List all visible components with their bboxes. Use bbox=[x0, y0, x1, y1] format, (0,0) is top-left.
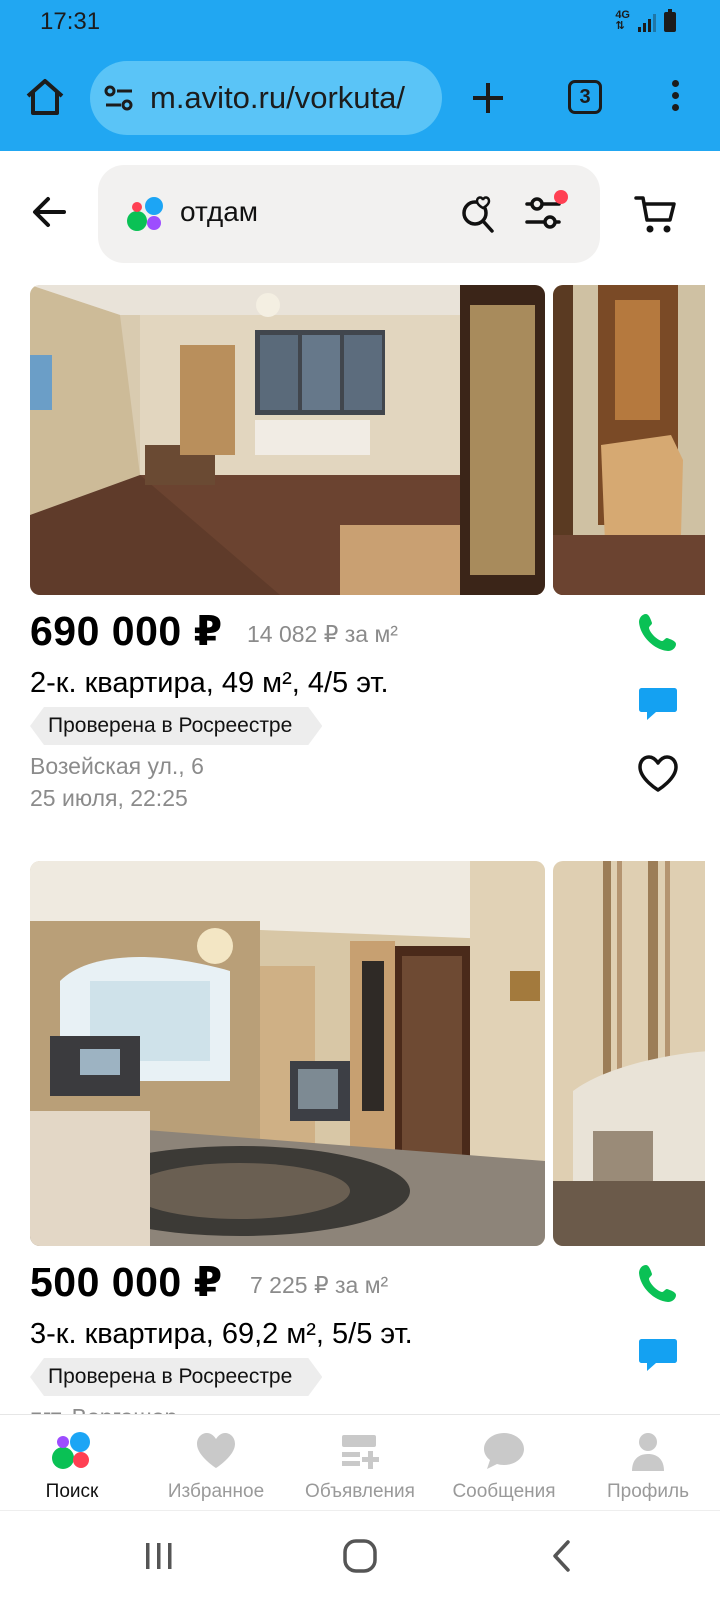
message-icon[interactable] bbox=[636, 1333, 680, 1377]
more-menu-icon[interactable] bbox=[668, 80, 682, 116]
nav-messages[interactable]: Сообщения bbox=[432, 1415, 576, 1511]
rosreestr-badge: Проверена в Росреестре bbox=[30, 707, 322, 745]
avito-logo-icon bbox=[127, 197, 163, 231]
favorite-heart-icon[interactable] bbox=[636, 752, 680, 796]
search-query-text: отдам bbox=[180, 196, 259, 227]
back-arrow-icon[interactable] bbox=[30, 192, 70, 232]
home-nav-icon[interactable] bbox=[337, 1533, 383, 1579]
listing-address: Возейская ул., 6 bbox=[30, 753, 204, 779]
status-time: 17:31 bbox=[40, 8, 101, 35]
recent-apps-icon[interactable] bbox=[136, 1533, 182, 1579]
cart-icon[interactable] bbox=[634, 192, 678, 236]
browser-toolbar: 17:31 4G ⇅ m.avito.ru/vorkuta/ 3 bbox=[0, 0, 720, 151]
listing-address: пгт. Воргашор bbox=[30, 1404, 177, 1414]
battery-icon bbox=[664, 9, 676, 32]
nav-my-listings[interactable]: Объявления bbox=[288, 1415, 432, 1511]
network-type-icon: 4G ⇅ bbox=[615, 9, 630, 32]
nav-favorites[interactable]: Избранное bbox=[144, 1415, 288, 1511]
call-icon[interactable] bbox=[636, 1261, 680, 1305]
nav-profile[interactable]: Профиль bbox=[576, 1415, 720, 1511]
listing-price: 690 000 ₽ bbox=[30, 608, 223, 654]
back-nav-icon[interactable] bbox=[540, 1533, 586, 1579]
price-per-m2: 14 082 ₽ за м² bbox=[247, 621, 398, 647]
nav-favorites-label: Избранное bbox=[167, 1481, 265, 1502]
nav-messages-label: Сообщения bbox=[452, 1481, 556, 1502]
photo-carousel[interactable] bbox=[30, 285, 705, 595]
chat-bubble-icon bbox=[484, 1433, 524, 1469]
listing-photo[interactable] bbox=[553, 285, 705, 595]
listing-title[interactable]: 3-к. квартира, 69,2 м², 5/5 эт. bbox=[30, 1318, 413, 1351]
listing-date: 25 июля, 22:25 bbox=[30, 785, 188, 811]
new-tab-icon[interactable] bbox=[470, 80, 506, 116]
nav-my-listings-label: Объявления bbox=[305, 1481, 415, 1502]
listing-photo[interactable] bbox=[553, 861, 705, 1246]
nav-search-label: Поиск bbox=[45, 1481, 99, 1502]
nav-search[interactable]: Поиск bbox=[0, 1415, 144, 1511]
listing-title[interactable]: 2-к. квартира, 49 м², 4/5 эт. bbox=[30, 667, 389, 700]
add-listing-icon bbox=[342, 1435, 379, 1469]
url-bar[interactable]: m.avito.ru/vorkuta/ bbox=[90, 61, 442, 135]
url-text: m.avito.ru/vorkuta/ bbox=[150, 80, 405, 115]
filter-icon[interactable] bbox=[523, 189, 569, 235]
listing-price: 500 000 ₽ bbox=[30, 1259, 223, 1305]
avito-logo-icon bbox=[52, 1432, 90, 1469]
listing-card[interactable]: 690 000 ₽ 14 082 ₽ за м² 2-к. квартира, … bbox=[0, 285, 720, 825]
status-icons: 4G ⇅ bbox=[615, 9, 676, 32]
photo-carousel[interactable] bbox=[30, 861, 705, 1246]
bottom-navigation: Поиск Избранное Объявления Сообщения Про… bbox=[0, 1414, 720, 1510]
listing-photo[interactable] bbox=[30, 285, 545, 595]
person-icon bbox=[632, 1433, 664, 1471]
system-navigation-bar bbox=[0, 1510, 720, 1600]
signal-icon bbox=[638, 14, 656, 32]
save-search-icon[interactable] bbox=[458, 191, 502, 235]
listing-photo[interactable] bbox=[30, 861, 545, 1246]
home-icon[interactable] bbox=[24, 76, 66, 118]
price-per-m2: 7 225 ₽ за м² bbox=[250, 1272, 389, 1298]
message-icon[interactable] bbox=[636, 682, 680, 726]
rosreestr-badge: Проверена в Росреестре bbox=[30, 1358, 322, 1396]
search-box[interactable]: отдам bbox=[98, 165, 600, 263]
heart-icon bbox=[197, 1433, 235, 1468]
site-settings-icon[interactable] bbox=[104, 85, 134, 111]
listing-card[interactable]: 500 000 ₽ 7 225 ₽ за м² 3-к. квартира, 6… bbox=[0, 861, 720, 1414]
call-icon[interactable] bbox=[636, 610, 680, 654]
tab-switcher-button[interactable]: 3 bbox=[568, 80, 602, 114]
nav-profile-label: Профиль bbox=[606, 1481, 690, 1502]
